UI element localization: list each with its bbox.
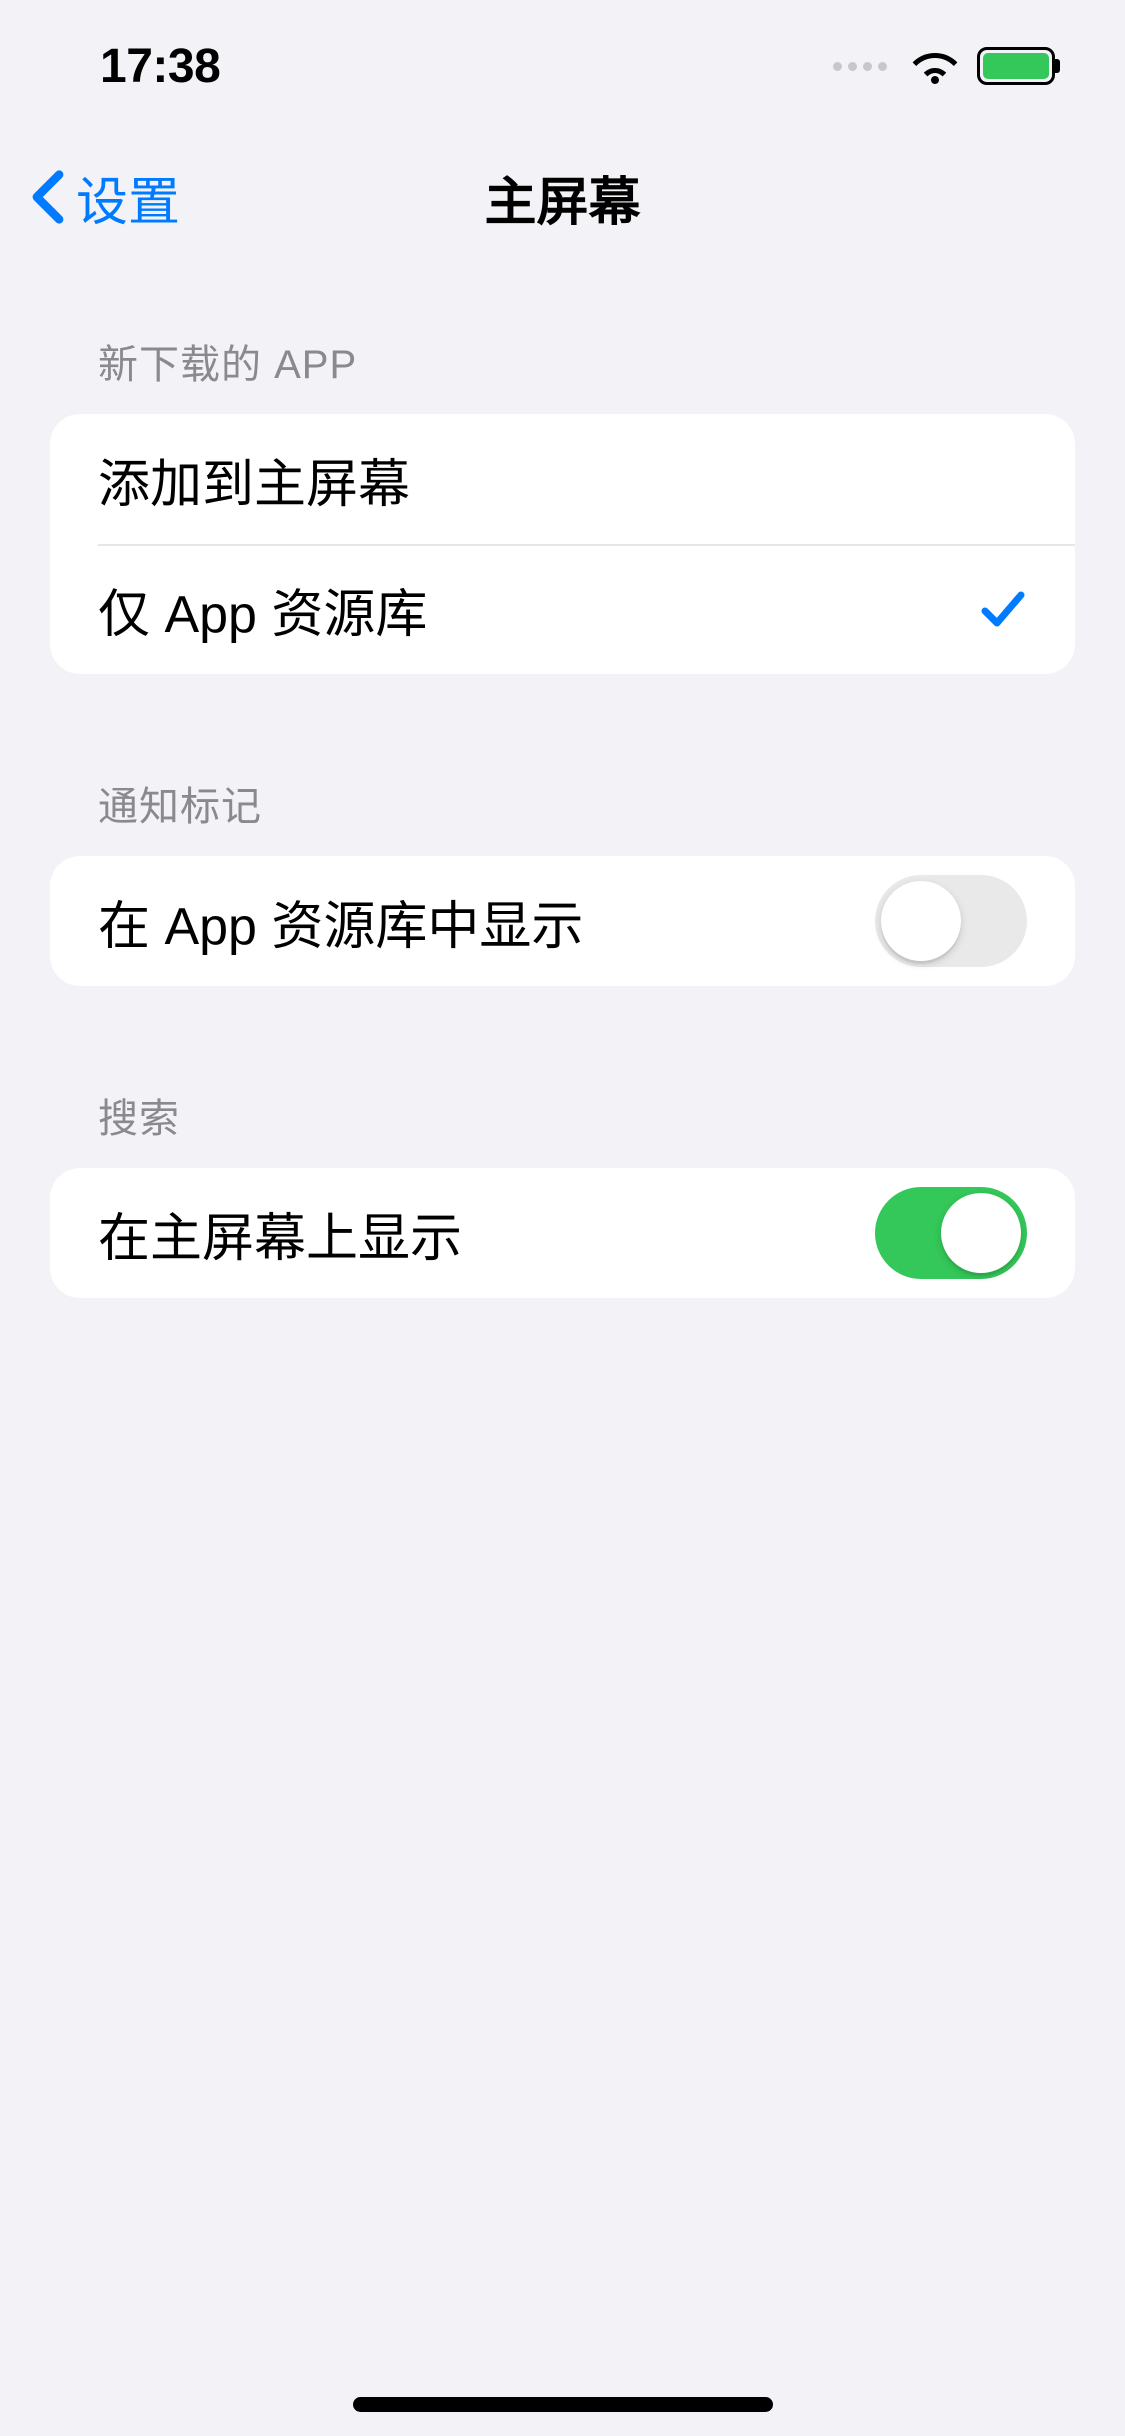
option-add-to-home[interactable]: 添加到主屏幕 (50, 414, 1075, 544)
option-app-library-only[interactable]: 仅 App 资源库 (50, 544, 1075, 674)
row-label: 在主屏幕上显示 (98, 1196, 462, 1271)
section-header-badges: 通知标记 (50, 774, 1075, 856)
content: 新下载的 APP 添加到主屏幕 仅 App 资源库 通知标记 在 App 资源库… (0, 332, 1125, 1298)
section-notification-badges: 通知标记 在 App 资源库中显示 (50, 774, 1075, 986)
section-new-apps: 新下载的 APP 添加到主屏幕 仅 App 资源库 (50, 332, 1075, 674)
group-badges: 在 App 资源库中显示 (50, 856, 1075, 986)
battery-icon (977, 47, 1055, 85)
row-show-on-home: 在主屏幕上显示 (50, 1168, 1075, 1298)
page-title: 主屏幕 (484, 160, 640, 235)
option-label: 添加到主屏幕 (98, 442, 410, 517)
option-label: 仅 App 资源库 (98, 572, 427, 647)
section-header-search: 搜索 (50, 1086, 1075, 1168)
toggle-show-on-home[interactable] (875, 1187, 1027, 1279)
row-label: 在 App 资源库中显示 (98, 884, 583, 959)
back-label: 设置 (76, 160, 180, 235)
chevron-left-icon (30, 169, 66, 225)
wifi-icon (911, 48, 959, 84)
status-time: 17:38 (100, 39, 220, 94)
row-show-in-library: 在 App 资源库中显示 (50, 856, 1075, 986)
home-indicator[interactable] (353, 2397, 773, 2412)
group-new-apps: 添加到主屏幕 仅 App 资源库 (50, 414, 1075, 674)
toggle-show-in-library[interactable] (875, 875, 1027, 967)
checkmark-icon (979, 585, 1027, 633)
status-indicators (833, 47, 1055, 85)
group-search: 在主屏幕上显示 (50, 1168, 1075, 1298)
section-header-new-apps: 新下载的 APP (50, 332, 1075, 414)
section-search: 搜索 在主屏幕上显示 (50, 1086, 1075, 1298)
status-bar: 17:38 (0, 0, 1125, 132)
back-button[interactable]: 设置 (30, 160, 180, 235)
signal-dots-icon (833, 62, 887, 71)
navigation-bar: 设置 主屏幕 (0, 132, 1125, 262)
